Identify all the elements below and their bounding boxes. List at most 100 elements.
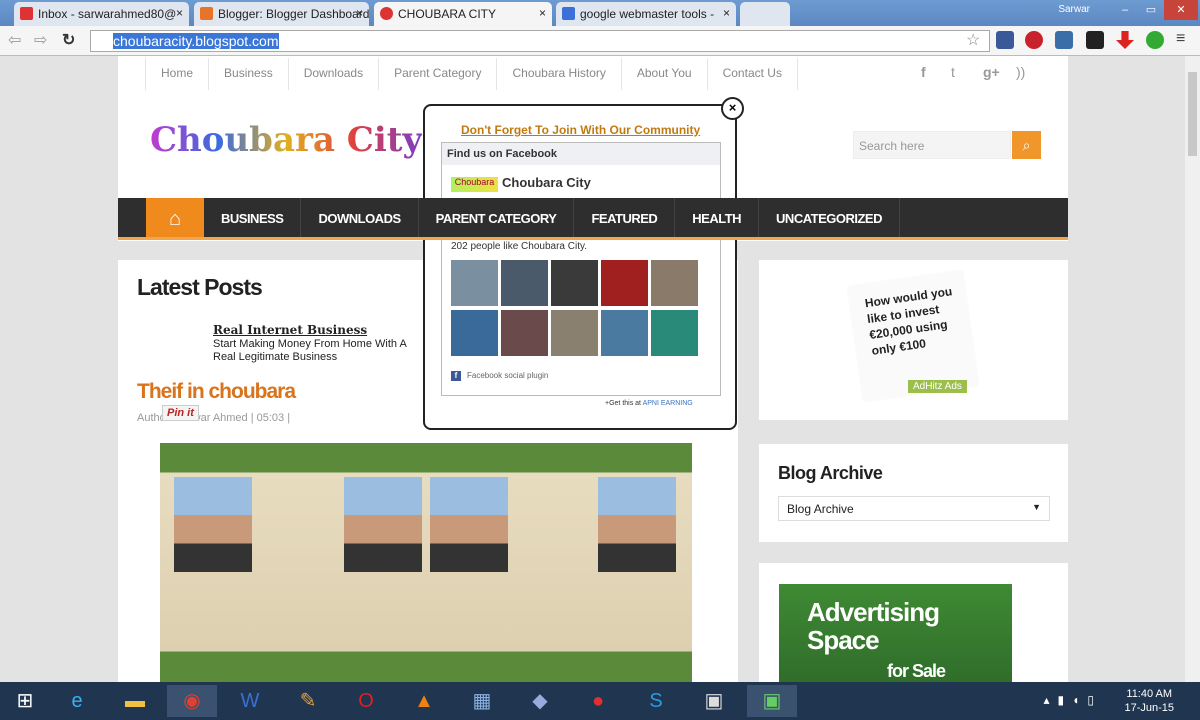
profile-name[interactable]: Sarwar <box>1058 4 1090 15</box>
nav-business[interactable]: Business <box>208 58 288 90</box>
tab-webmaster[interactable]: google webmaster tools - × <box>556 2 736 26</box>
search-icon: ⌕ <box>1022 137 1031 153</box>
nav-parent-category[interactable]: Parent Category <box>378 58 496 90</box>
tab-label: google webmaster tools - <box>580 7 715 21</box>
start-button-windows-icon[interactable]: ⊞ <box>0 685 50 717</box>
tab-blogger[interactable]: Blogger: Blogger Dashboard × <box>194 2 369 26</box>
menu-icon[interactable]: ≡ <box>1176 30 1185 48</box>
popup-title[interactable]: Don't Forget To Join With Our Community <box>461 123 700 137</box>
chrome-icon[interactable]: ◉ <box>167 685 217 717</box>
app-icon[interactable]: ▣ <box>747 685 797 717</box>
back-icon[interactable]: ⇦ <box>8 30 21 50</box>
home-button[interactable]: ⌂ <box>146 198 204 237</box>
scrollbar[interactable] <box>1185 56 1200 682</box>
close-tab-icon[interactable]: × <box>356 6 363 20</box>
nav-business[interactable]: BUSINESS <box>204 198 302 237</box>
fan-avatar[interactable] <box>501 310 548 356</box>
google-plus-icon[interactable]: g+ <box>983 64 1000 80</box>
tab-choubara[interactable]: CHOUBARA CITY × <box>374 2 552 26</box>
post-meta: Author: Sarwar Ahmed | 05:03 | <box>137 412 291 424</box>
tab-label: CHOUBARA CITY <box>398 7 497 21</box>
fb-page-name[interactable]: Choubara City <box>502 175 591 190</box>
post-title[interactable]: Theif in choubara <box>137 380 296 404</box>
nav-downloads[interactable]: DOWNLOADS <box>301 198 419 237</box>
advertising-banner[interactable]: Advertising Space for Sale <box>779 584 1012 684</box>
download-icon[interactable] <box>1116 31 1134 49</box>
rss-icon[interactable]: )) <box>1016 64 1025 80</box>
fan-avatar[interactable] <box>601 260 648 306</box>
fb-plugin-link[interactable]: f Facebook social plugin <box>451 371 548 381</box>
url-input[interactable]: choubaracity.blogspot.com <box>90 30 990 52</box>
app-icon[interactable]: ▦ <box>457 685 507 717</box>
app-icon[interactable]: ◆ <box>515 685 565 717</box>
app-icon[interactable]: ● <box>573 685 623 717</box>
forward-icon[interactable]: ⇨ <box>34 30 47 50</box>
nav-contact-us[interactable]: Contact Us <box>706 58 798 90</box>
close-popup-button[interactable]: × <box>721 97 744 120</box>
credit-link[interactable]: APNI EARNING <box>643 400 693 407</box>
post-image[interactable] <box>160 443 692 688</box>
fan-avatar[interactable] <box>651 260 698 306</box>
extension-icon[interactable] <box>1146 31 1164 49</box>
nav-choubara-history[interactable]: Choubara History <box>496 58 620 90</box>
ad-tag[interactable]: AdHitz Ads <box>908 380 967 393</box>
pin-it-button[interactable]: Pin it <box>162 405 199 421</box>
clock[interactable]: 11:40 AM 17-Jun-15 <box>1124 687 1174 715</box>
fan-avatar[interactable] <box>551 310 598 356</box>
minimize-button[interactable]: – <box>1112 0 1138 20</box>
close-tab-icon[interactable]: × <box>176 6 183 20</box>
word-icon[interactable]: W <box>225 685 275 717</box>
site-logo[interactable]: Choubara City <box>150 120 422 160</box>
paint-icon[interactable]: ✎ <box>283 685 333 717</box>
fan-avatar[interactable] <box>451 260 498 306</box>
nav-uncategorized[interactable]: UNCATEGORIZED <box>759 198 900 237</box>
nav-parent-category[interactable]: PARENT CATEGORY <box>419 198 575 237</box>
close-window-button[interactable]: ✕ <box>1164 0 1198 20</box>
nav-about-you[interactable]: About You <box>620 58 707 90</box>
fan-avatar[interactable] <box>551 260 598 306</box>
extension-icon[interactable] <box>1086 31 1104 49</box>
banner-text: Advertising <box>807 597 940 627</box>
nav-downloads[interactable]: Downloads <box>287 58 378 90</box>
fan-avatar[interactable] <box>651 310 698 356</box>
file-explorer-icon[interactable]: ▬ <box>110 685 160 717</box>
ad-title-link[interactable]: Real Internet Business <box>213 323 367 337</box>
fan-avatar[interactable] <box>451 310 498 356</box>
new-tab-button[interactable] <box>740 2 790 26</box>
scrollbar-thumb[interactable] <box>1188 72 1197 156</box>
address-toolbar: ⇦ ⇨ ↻ choubaracity.blogspot.com ☆ ≡ <box>0 26 1200 56</box>
choubara-icon <box>380 7 393 20</box>
fb-page-logo[interactable]: Choubara <box>451 177 498 192</box>
community-popup: Don't Forget To Join With Our Community … <box>423 104 737 430</box>
twitter-icon[interactable]: t <box>951 64 955 80</box>
nav-featured[interactable]: FEATURED <box>574 198 676 237</box>
close-tab-icon[interactable]: × <box>539 6 546 20</box>
vlc-icon[interactable]: ▲ <box>399 685 449 717</box>
ad-text: Real Legitimate Business <box>213 351 338 363</box>
facebook-extension-icon[interactable] <box>996 31 1014 49</box>
text-ad[interactable]: Real Internet Business Start Making Mone… <box>213 324 407 364</box>
system-tray-icons[interactable]: ▴▮◖▯ <box>1044 693 1102 707</box>
extension-icon[interactable] <box>1055 31 1073 49</box>
skype-icon[interactable]: S <box>631 685 681 717</box>
tab-inbox[interactable]: Inbox - sarwarahmed80@ × <box>14 2 189 26</box>
pinterest-extension-icon[interactable] <box>1025 31 1043 49</box>
reload-icon[interactable]: ↻ <box>62 30 75 50</box>
internet-explorer-icon[interactable]: e <box>52 685 102 717</box>
close-tab-icon[interactable]: × <box>723 6 730 20</box>
fan-avatar[interactable] <box>601 310 648 356</box>
tab-label: Inbox - sarwarahmed80@ <box>38 7 177 21</box>
opera-icon[interactable]: O <box>341 685 391 717</box>
blog-archive-select[interactable]: Blog Archive ▼ <box>778 496 1050 521</box>
maximize-button[interactable]: ▭ <box>1138 0 1164 20</box>
top-nav: Home Business Downloads Parent Category … <box>145 58 798 90</box>
fan-avatar[interactable] <box>501 260 548 306</box>
search-button[interactable]: ⌕ <box>1012 131 1041 159</box>
facebook-icon[interactable]: f <box>921 64 926 80</box>
search-input[interactable]: Search here <box>853 131 1011 159</box>
star-icon[interactable]: ☆ <box>966 30 980 50</box>
nav-home[interactable]: Home <box>145 58 208 90</box>
nav-health[interactable]: HEALTH <box>675 198 760 237</box>
app-icon[interactable]: ▣ <box>689 685 739 717</box>
chevron-down-icon: ▼ <box>1032 502 1041 512</box>
